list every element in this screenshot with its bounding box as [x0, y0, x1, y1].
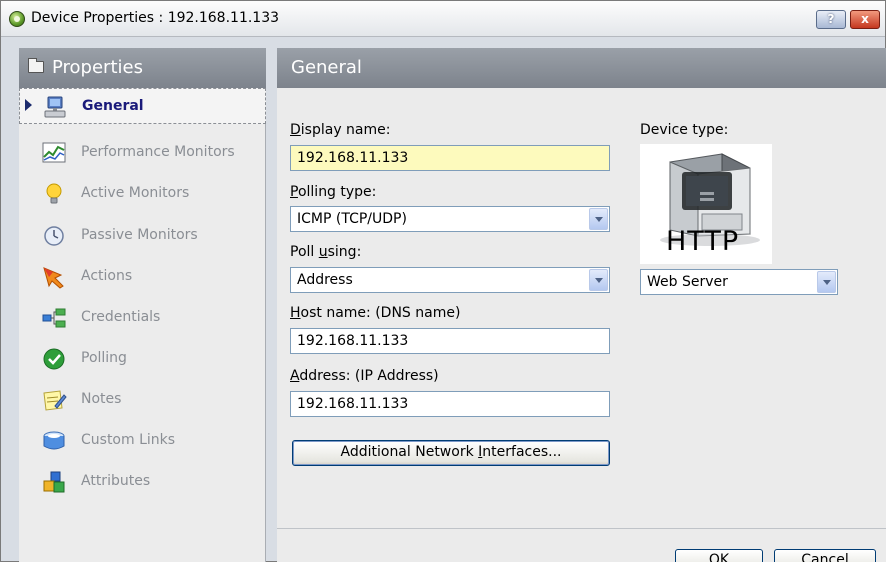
nav-item-general[interactable]: General — [19, 88, 266, 124]
lightbulb-icon — [46, 183, 62, 204]
folder-icon — [28, 58, 44, 73]
device-type-image: HTTP — [640, 144, 772, 264]
poll-using-value: Address — [297, 272, 353, 288]
device-properties-window: Device Properties : 192.168.11.133 ? x P… — [0, 0, 886, 562]
host-name-field[interactable]: 192.168.11.133 — [290, 328, 610, 354]
general-header: General — [277, 48, 886, 88]
nav-item-credentials[interactable]: Credentials — [19, 300, 266, 336]
general-title: General — [291, 57, 362, 78]
chevron-down-icon[interactable] — [589, 208, 608, 230]
properties-nav: General Performance Monitors Active Moni… — [19, 88, 266, 562]
device-type-label: Device type: — [640, 122, 729, 138]
nav-item-custom-links[interactable]: Custom Links — [19, 423, 266, 459]
poll-using-select[interactable]: Address — [290, 267, 610, 293]
window-title: Device Properties : 192.168.11.133 — [31, 10, 280, 26]
polling-type-value: ICMP (TCP/UDP) — [297, 211, 407, 227]
app-globe-icon — [9, 11, 25, 27]
nav-item-polling[interactable]: Polling — [19, 341, 266, 377]
device-type-select[interactable]: Web Server — [640, 269, 838, 295]
network-icon — [42, 308, 66, 328]
nav-label-notes: Notes — [81, 391, 122, 407]
links-icon — [43, 431, 65, 450]
checkmark-icon — [43, 348, 65, 370]
pencil-note-icon — [43, 390, 67, 411]
computer-icon — [44, 96, 66, 118]
selection-arrow-icon — [25, 99, 32, 111]
nav-label-actions: Actions — [81, 268, 133, 284]
polling-type-label: Polling type: — [290, 184, 377, 200]
nav-item-active-monitors[interactable]: Active Monitors — [19, 176, 266, 212]
device-type-value: Web Server — [647, 274, 728, 290]
nav-label-polling: Polling — [81, 350, 127, 366]
display-name-label: Display name: — [290, 122, 391, 138]
display-name-field[interactable]: 192.168.11.133 — [290, 145, 610, 171]
general-panel: Display name: 192.168.11.133 Polling typ… — [277, 88, 886, 562]
nav-item-notes[interactable]: Notes — [19, 382, 266, 418]
nav-item-passive-monitors[interactable]: Passive Monitors — [19, 218, 266, 254]
properties-title: Properties — [52, 57, 143, 78]
chart-icon — [42, 142, 66, 163]
nav-item-attributes[interactable]: Attributes — [19, 464, 266, 500]
nav-label-attributes: Attributes — [81, 473, 151, 489]
nav-item-performance-monitors[interactable]: Performance Monitors — [19, 135, 266, 171]
nav-item-actions[interactable]: Actions — [19, 259, 266, 295]
nav-label-credentials: Credentials — [81, 309, 161, 325]
nav-label-passive-monitors: Passive Monitors — [81, 227, 198, 243]
nav-label-general: General — [82, 98, 144, 114]
blocks-icon — [43, 471, 65, 493]
clock-icon — [44, 226, 64, 246]
device-type-image-label: HTTP — [666, 226, 740, 257]
nav-label-active-monitors: Active Monitors — [81, 185, 190, 201]
cancel-button[interactable]: Cancel — [774, 549, 876, 562]
chevron-down-icon[interactable] — [817, 271, 836, 293]
polling-type-select[interactable]: ICMP (TCP/UDP) — [290, 206, 610, 232]
title-bar: Device Properties : 192.168.11.133 ? x — [1, 1, 885, 37]
help-button[interactable]: ? — [816, 10, 846, 29]
footer-divider — [277, 528, 886, 529]
nav-label-custom-links: Custom Links — [81, 432, 176, 448]
poll-using-label: Poll using: — [290, 244, 362, 260]
chevron-down-icon[interactable] — [589, 269, 608, 291]
ok-button[interactable]: OK — [675, 549, 763, 562]
address-label: Address: (IP Address) — [290, 368, 439, 384]
close-button[interactable]: x — [850, 10, 880, 29]
properties-header: Properties — [19, 48, 266, 88]
action-arrow-icon — [43, 267, 64, 289]
host-name-label: Host name: (DNS name) — [290, 305, 461, 321]
address-field[interactable]: 192.168.11.133 — [290, 391, 610, 417]
nav-label-performance-monitors: Performance Monitors — [81, 144, 235, 160]
additional-network-interfaces-button[interactable]: Additional Network Interfaces... — [292, 440, 610, 466]
